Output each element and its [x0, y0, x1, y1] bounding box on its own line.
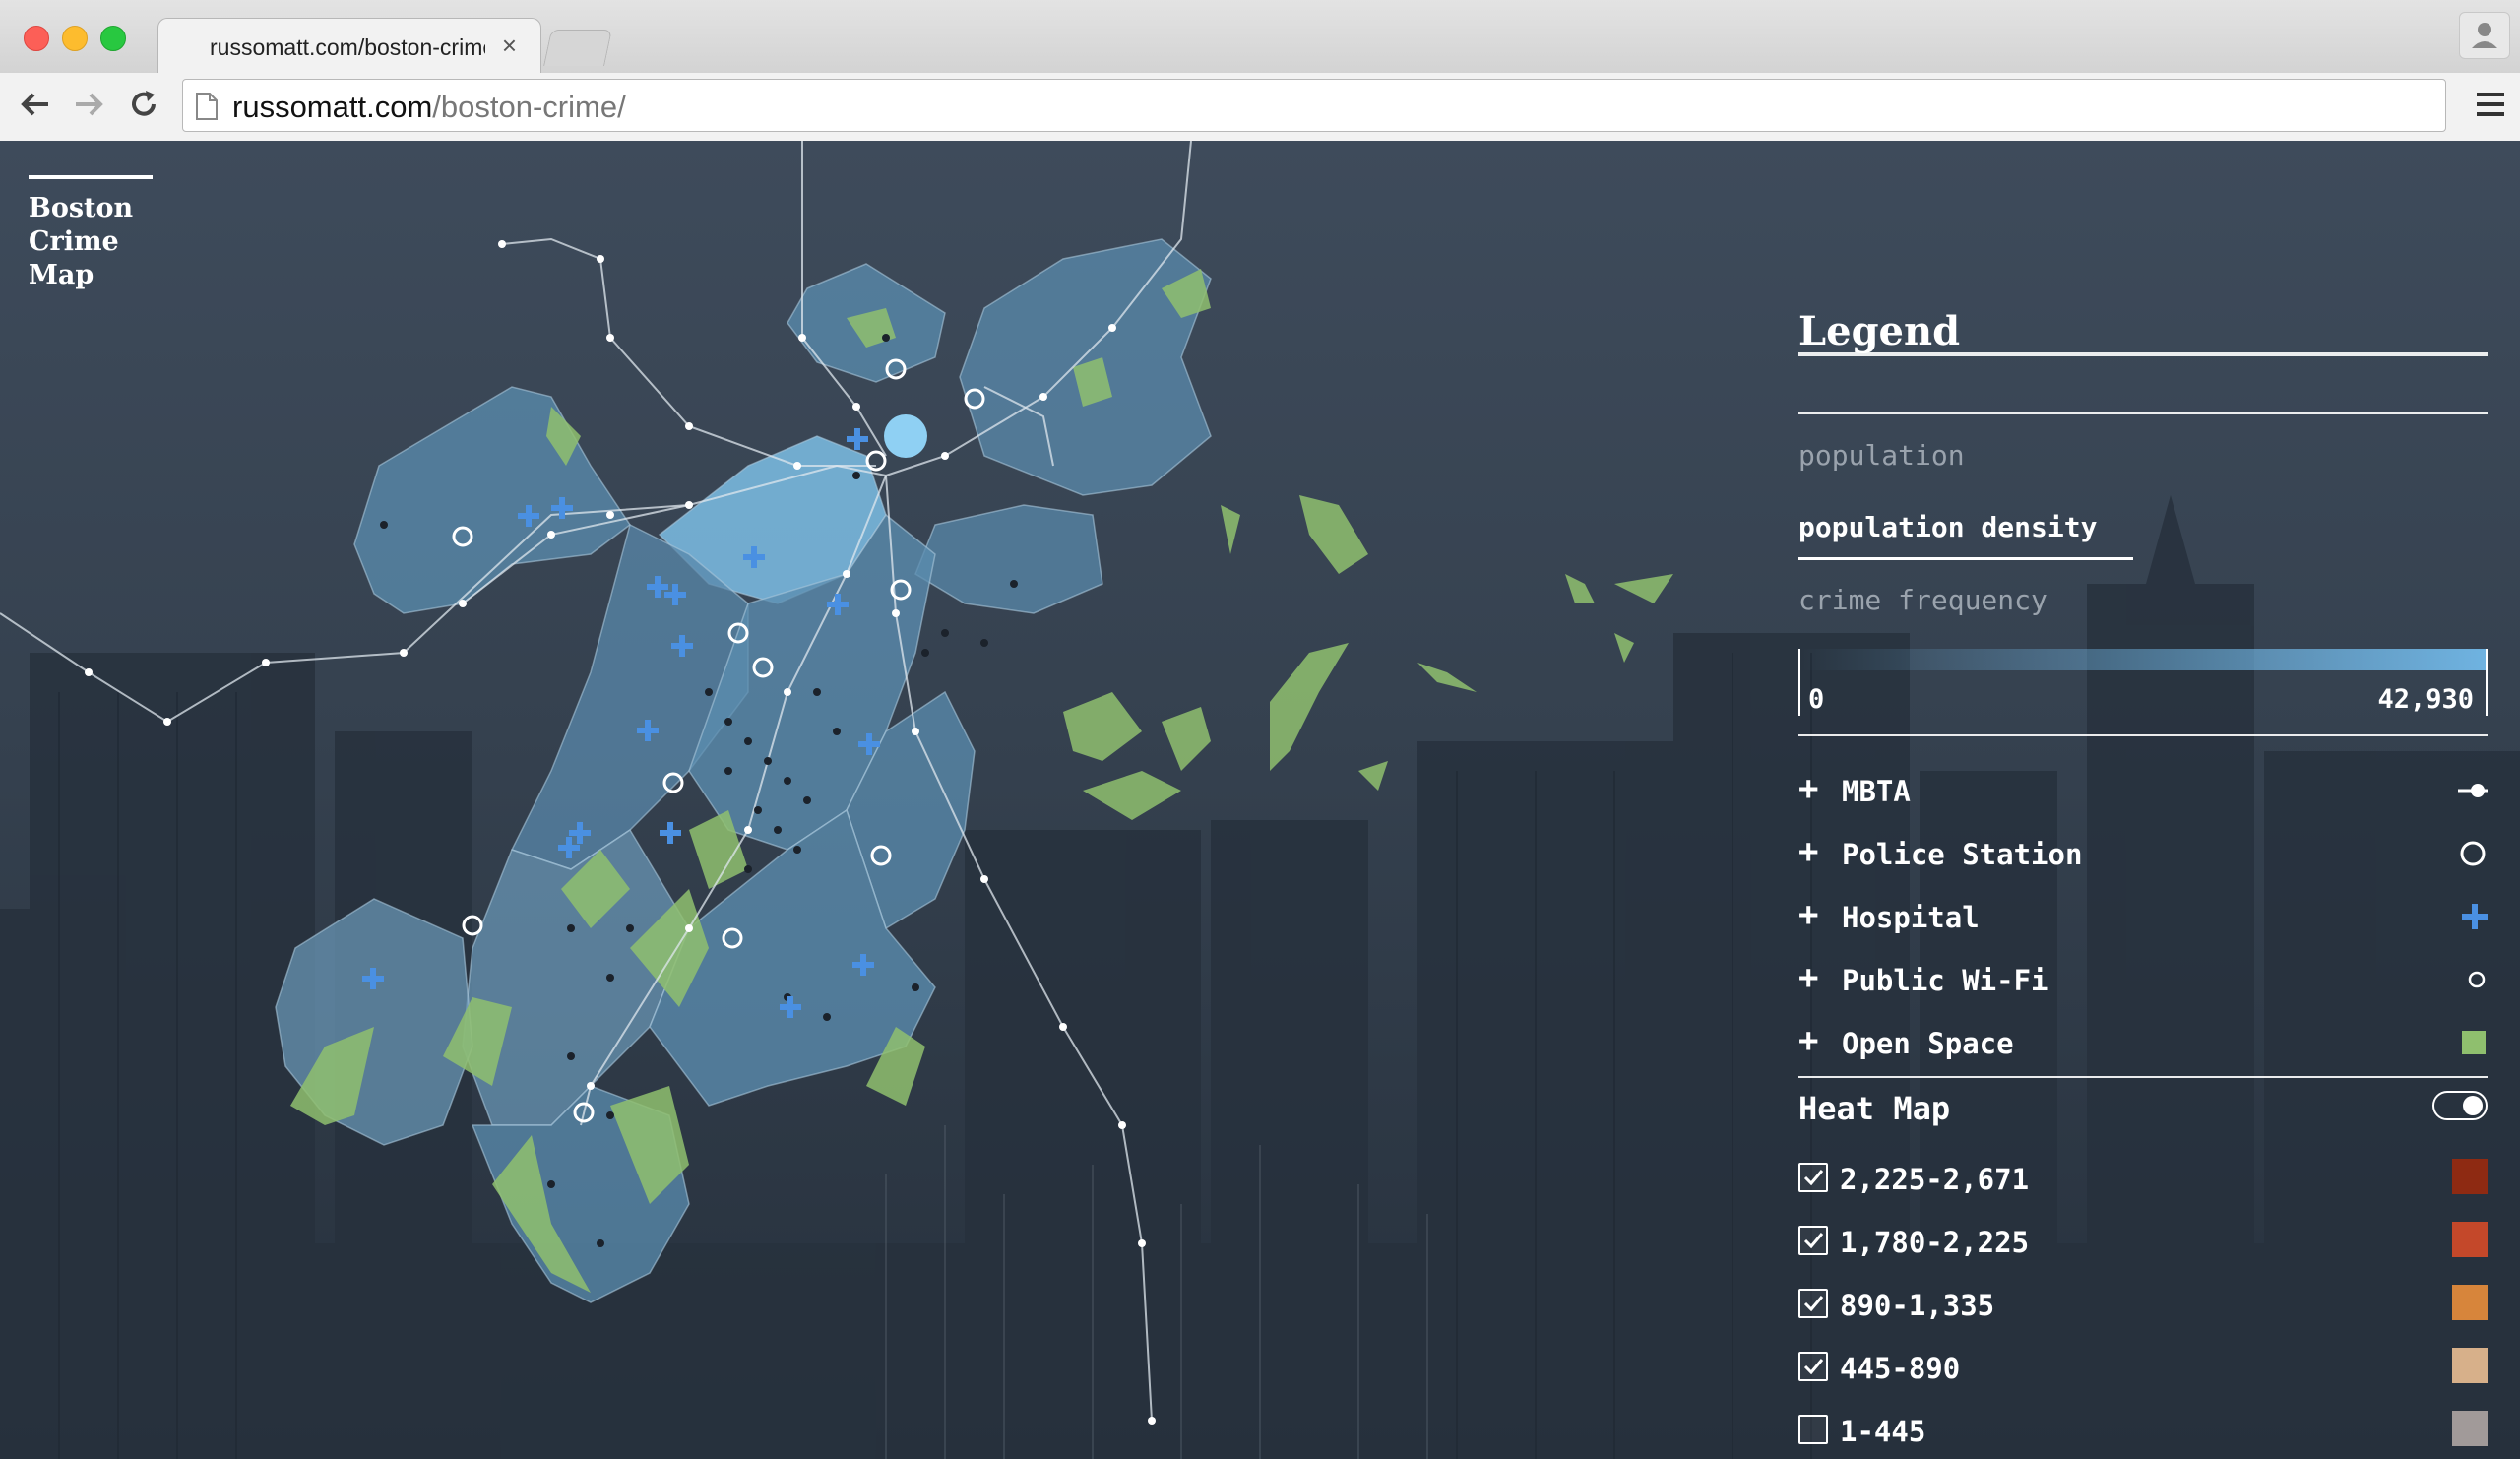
checkmark-icon: [1803, 1233, 1824, 1249]
forward-button[interactable]: [67, 83, 110, 126]
layer-label-hospital: Hospital: [1842, 901, 1980, 934]
boston-map[interactable]: [0, 141, 1772, 1459]
neighborhood-polygons[interactable]: [275, 238, 1212, 1303]
page-icon: [196, 93, 218, 120]
reload-button[interactable]: [122, 83, 165, 126]
heat-range-row[interactable]: 890-1,335: [1798, 1285, 2488, 1324]
checkmark-icon: [1803, 1359, 1824, 1375]
reload-icon: [132, 91, 156, 116]
browser-tab[interactable]: russomatt.com/boston-crime/ ×: [158, 18, 541, 73]
range-swatch: [2452, 1159, 2488, 1194]
hamburger-menu-icon: [2477, 93, 2504, 116]
forward-arrow-icon: [76, 93, 103, 116]
scale-max-label: 42,930: [2377, 684, 2474, 715]
address-bar[interactable]: russomatt.com/boston-crime/: [182, 79, 2446, 132]
density-scale: 0 42,930: [1798, 649, 2488, 718]
ring-icon: [2448, 834, 2488, 873]
option-population-density[interactable]: population density: [1798, 511, 2097, 543]
browser-menu-button[interactable]: [2475, 91, 2506, 123]
range-checkbox[interactable]: [1798, 1163, 1828, 1192]
layer-label-police-station: Police Station: [1842, 838, 2083, 871]
tab-close-icon[interactable]: ×: [502, 31, 517, 61]
range-label: 1-445: [1840, 1415, 1926, 1448]
range-swatch: [2452, 1411, 2488, 1446]
layer-row-mbta[interactable]: + MBTA: [1798, 771, 2488, 810]
range-label: 1,780-2,225: [1840, 1226, 2030, 1259]
green-square-icon: [2448, 1023, 2488, 1062]
small-ring-icon: [2448, 960, 2488, 999]
plus-icon: +: [1798, 895, 1819, 934]
range-swatch: [2452, 1222, 2488, 1257]
site-title-line-2: Crime: [29, 226, 119, 257]
navigation-bar: russomatt.com/boston-crime/: [0, 73, 2520, 141]
url-path: /boston-crime/: [432, 90, 626, 124]
range-checkbox[interactable]: [1798, 1352, 1828, 1381]
back-button[interactable]: [14, 83, 57, 126]
plus-icon: +: [1798, 832, 1819, 871]
minimize-window-button[interactable]: [62, 26, 88, 51]
mbta-line-icon: [2448, 771, 2488, 810]
person-icon: [2472, 23, 2497, 48]
brand-rule: [29, 175, 153, 179]
heat-range-row[interactable]: 1,780-2,225: [1798, 1222, 2488, 1261]
blue-cross-icon: [2448, 897, 2488, 936]
profile-button[interactable]: [2459, 12, 2510, 59]
heatmap-top-rule: [1798, 1076, 2488, 1078]
map-page: Boston Crime Map Legend population popul…: [0, 141, 2520, 1459]
scale-min-label: 0: [1808, 684, 1825, 715]
url-host: russomatt.com: [232, 90, 433, 124]
plus-icon: +: [1798, 958, 1819, 997]
heat-map-toggle[interactable]: [2432, 1091, 2488, 1120]
heat-map-title: Heat Map: [1798, 1090, 1951, 1127]
url-text: russomatt.com/boston-crime/: [232, 90, 626, 125]
active-option-underline: [1798, 557, 2133, 560]
range-checkbox[interactable]: [1798, 1226, 1828, 1255]
range-swatch: [2452, 1348, 2488, 1383]
range-checkbox[interactable]: [1798, 1415, 1828, 1444]
range-label: 2,225-2,671: [1840, 1163, 2030, 1196]
layer-label-public-wifi: Public Wi-Fi: [1842, 964, 2048, 997]
range-swatch: [2452, 1285, 2488, 1320]
new-tab-button[interactable]: [543, 30, 612, 66]
plus-icon: +: [1798, 769, 1819, 808]
layer-row-police-station[interactable]: + Police Station: [1798, 834, 2488, 873]
layer-row-public-wifi[interactable]: + Public Wi-Fi: [1798, 960, 2488, 999]
zoom-window-button[interactable]: [100, 26, 126, 51]
plus-icon: +: [1798, 1021, 1819, 1060]
heat-range-row[interactable]: 1-445: [1798, 1411, 2488, 1450]
toggle-knob: [2463, 1096, 2483, 1115]
layer-label-open-space: Open Space: [1842, 1027, 2014, 1060]
site-title-line-1: Boston: [29, 193, 134, 223]
range-label: 890-1,335: [1840, 1289, 1995, 1322]
browser-chrome: russomatt.com/boston-crime/ × russomatt.…: [0, 0, 2520, 142]
back-arrow-icon: [21, 93, 48, 116]
legend-title: Legend: [1798, 308, 1961, 354]
range-label: 445-890: [1840, 1352, 1961, 1385]
site-title: Boston Crime Map: [29, 192, 186, 292]
scale-tick-right: [2486, 649, 2488, 716]
layer-label-mbta: MBTA: [1842, 775, 1911, 808]
layer-row-open-space[interactable]: + Open Space: [1798, 1023, 2488, 1062]
tab-title: russomatt.com/boston-crime/: [210, 34, 485, 60]
range-checkbox[interactable]: [1798, 1289, 1828, 1318]
close-window-button[interactable]: [24, 26, 49, 51]
option-crime-frequency[interactable]: crime frequency: [1798, 584, 2048, 616]
scale-tick-left: [1798, 649, 1800, 716]
checkmark-icon: [1803, 1170, 1824, 1186]
heat-spot: [884, 414, 927, 458]
layers-top-rule: [1798, 734, 2488, 736]
option-population[interactable]: population: [1798, 439, 1965, 472]
tab-bar: russomatt.com/boston-crime/ ×: [0, 0, 2520, 73]
site-title-line-3: Map: [29, 260, 94, 290]
checkmark-icon: [1803, 1296, 1824, 1312]
density-gradient-bar: [1801, 649, 2486, 670]
layer-row-hospital[interactable]: + Hospital: [1798, 897, 2488, 936]
legend-title-rule: [1798, 412, 2488, 414]
heat-range-row[interactable]: 2,225-2,671: [1798, 1159, 2488, 1198]
heat-range-row[interactable]: 445-890: [1798, 1348, 2488, 1387]
